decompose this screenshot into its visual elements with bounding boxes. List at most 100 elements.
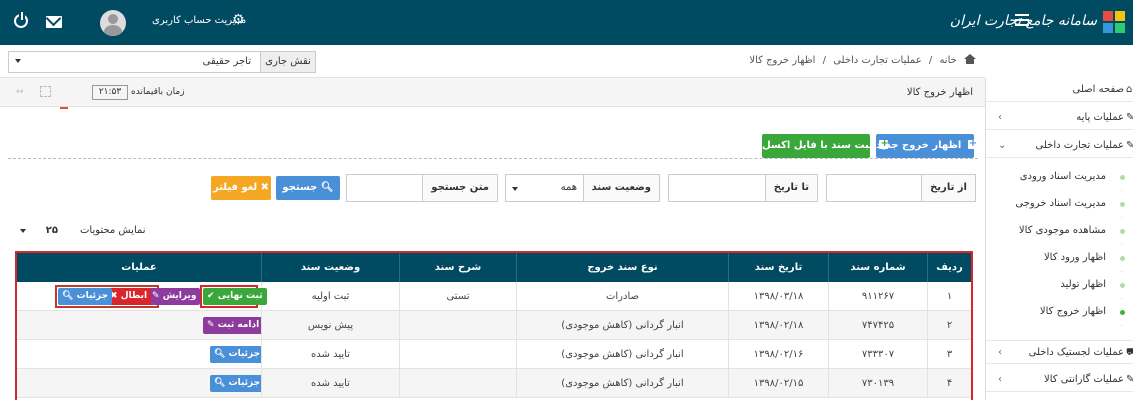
details-button[interactable]: 🔍︎ جزئیات [58,288,113,305]
sidebar-item-logistics[interactable]: ⛟ عملیات لجستیک داخلی ‹ [986,340,1133,364]
page-size-label: نمایش محتویات [80,225,146,236]
mail-icon[interactable] [46,16,62,28]
sidebar-subitem-goods-exit[interactable]: اظهار خروج کالا [986,299,1133,325]
button-label: ثبت سند با فایل اکسل [762,140,873,151]
breadcrumb-current: اظهار خروج کالا [749,55,816,66]
button-label: ادامه ثبت [217,320,260,330]
bullet-icon [1120,256,1125,261]
table-header: ردیف شماره سند تاریخ سند نوع سند خروج شر… [17,253,971,282]
truck-icon: ⛟ [1126,347,1133,358]
col-row[interactable]: ردیف [927,253,971,282]
from-date-field[interactable]: از تاریخ [826,174,976,202]
table-row: ۴ ۷۳۰۱۳۹ ۱۳۹۸/۰۲/۱۵ انبار گردانی (کاهش م… [17,369,971,398]
button-label: ابطال [120,291,148,301]
col-status[interactable]: وضعیت سند [261,253,399,282]
sidebar-subitem-production[interactable]: اظهار تولید [986,272,1133,298]
fullscreen-icon[interactable] [40,86,51,97]
search-button[interactable]: جستجو 🔍︎ [276,176,340,200]
field-label: متن جستجو [422,175,497,201]
page-size-select[interactable]: ۲۵ [14,219,76,243]
close-icon: ✖ [260,182,270,193]
field-label: وضعیت سند [582,175,659,201]
sidebar-item-label: عملیات پایه [1076,112,1124,123]
cell-number: ۷۳۳۳۰۷ [828,340,927,369]
sidebar-subitem-outgoing-docs[interactable]: مدیریت اسناد خروجی [986,191,1133,217]
final-submit-button[interactable]: ✔ ثبت نهایی [203,288,267,305]
edit-icon: ✎ [1126,140,1133,151]
excel-upload-button[interactable]: ثبت سند با فایل اکسل [762,132,889,158]
button-label: جستجو [282,182,318,193]
sidebar-item-label: عملیات تجارت داخلی [1035,140,1124,151]
breadcrumb-domestic-trade[interactable]: عملیات تجارت داخلی [833,55,921,66]
details-button[interactable]: 🔍︎ جزئیات [210,346,261,363]
chevron-down-icon [15,59,21,63]
plus-icon [879,132,889,156]
sidebar-subitem-goods-entry[interactable]: اظهار ورود کالا [986,245,1133,271]
button-label: جزئیات [228,378,261,388]
sidebar-item-label: اظهار ورود کالا [1043,252,1106,263]
sidebar-subitem-incoming-docs[interactable]: مدیریت اسناد ورودی [986,164,1133,190]
sidebar-item-basic-operations[interactable]: ✎ عملیات پایه ‹ [986,106,1133,130]
documents-table: ردیف شماره سند تاریخ سند نوع سند خروج شر… [15,251,973,400]
brand[interactable]: سامانه جامع تجارت ایران [950,0,1133,45]
search-input[interactable]: متن جستجو [346,174,498,202]
cell-number: ۷۳۰۱۳۹ [828,369,927,398]
bullet-icon [1120,175,1125,180]
cell-description [399,340,516,369]
sidebar-item-domestic-trade[interactable]: ✎ عملیات تجارت داخلی ⌄ [986,134,1133,158]
panel-header: اظهار خروج کالا زمان باقیمانده ۲۱:۵۳ ↔ [0,78,985,107]
continue-button[interactable]: ✎ ادامه ثبت [203,317,261,334]
clear-filter-button[interactable]: لغو فیلتر ✖ [211,176,271,200]
cancel-document-button[interactable]: ✖ ابطال [106,288,152,305]
cell-date: ۱۳۹۸/۰۳/۱۸ [728,282,828,311]
col-description[interactable]: شرح سند [399,253,516,282]
table-row: ۳ ۷۳۳۳۰۷ ۱۳۹۸/۰۲/۱۶ انبار گردانی (کاهش م… [17,340,971,369]
user-menu[interactable] [100,9,126,37]
cell-date: ۱۳۹۸/۰۲/۱۶ [728,340,828,369]
sidebar-subitem-inventory[interactable]: مشاهده موجودی کالا [986,218,1133,244]
bullet-icon [1120,310,1125,315]
edit-button[interactable]: ✎ ویرایش [148,288,201,305]
cell-type: انبار گردانی (کاهش موجودی) [516,369,728,398]
page-size-value: ۲۵ [45,225,58,236]
account-management-link[interactable]: مدیریت حساب کاربری [152,15,246,26]
col-type[interactable]: نوع سند خروج [516,253,728,282]
cell-number: ۹۱۱۲۶۷ [828,282,927,311]
avatar[interactable] [100,10,126,36]
role-select[interactable]: نقش جاری تاجر حقیقی [8,51,316,73]
col-number[interactable]: شماره سند [828,253,927,282]
menu-toggle-icon[interactable] [1015,14,1029,28]
sidebar-item-warranty[interactable]: ✎ عملیات گارانتی کالا ‹ [986,368,1133,392]
page-title: اظهار خروج کالا [906,87,973,98]
home-icon [964,54,976,64]
expand-icon[interactable]: ↔ [16,88,28,97]
button-label: اظهار خروج جدید [876,140,962,151]
cell-status: ثبت اولیه [261,282,399,311]
sidebar-item-home[interactable]: ⌂ صفحه اصلی [986,78,1133,102]
sub-header: نقش جاری تاجر حقیقی خانه / عملیات تجارت … [0,45,985,78]
new-exit-declaration-button[interactable]: اظهار خروج جدید [876,132,977,158]
col-date[interactable]: تاریخ سند [728,253,828,282]
status-select[interactable]: وضعیت سند همه [505,174,660,202]
sidebar-item-label: صفحه اصلی [1072,84,1124,95]
plus-icon [967,132,977,156]
chevron-down-icon: ⌄ [998,140,1007,151]
breadcrumb-home[interactable]: خانه [939,55,956,66]
power-icon[interactable] [14,12,28,28]
bullet-icon [1120,229,1125,234]
chevron-left-icon: ‹ [998,374,1002,385]
cell-status: تایید شده [261,340,399,369]
cell-actions: ✎ ادامه ثبت [17,311,261,340]
cell-type: صادرات [516,282,728,311]
cell-description [399,311,516,340]
logo-icon [1103,11,1125,33]
cell-actions: 🔍︎ جزئیات [17,340,261,369]
chevron-down-icon [512,187,518,191]
details-button[interactable]: 🔍︎ جزئیات [210,375,261,392]
sidebar-item-label: عملیات لجستیک داخلی [1028,347,1124,358]
role-value: تاجر حقیقی [202,56,251,67]
button-label: جزئیات [228,349,261,359]
to-date-field[interactable]: تا تاریخ [668,174,818,202]
breadcrumb-separator: / [822,55,827,66]
top-navbar: سامانه جامع تجارت ایران ⚙ مدیریت حساب کا… [0,0,1133,45]
